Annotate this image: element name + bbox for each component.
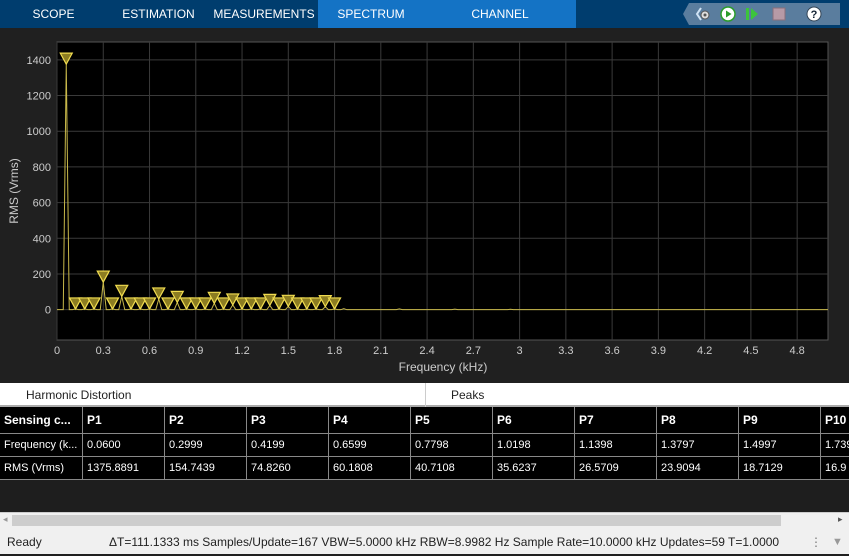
table-cell: 154.7439 bbox=[165, 457, 247, 479]
settings-icon[interactable] bbox=[695, 6, 711, 22]
stop-icon[interactable] bbox=[771, 6, 787, 22]
table-cell: 18.7129 bbox=[739, 457, 821, 479]
x-tick-label: 0.6 bbox=[142, 345, 157, 357]
table-header-row: Sensing c... P1 P2 P3 P4 P5 P6 P7 P8 P9 P10 bbox=[0, 407, 849, 434]
tab-scope[interactable]: SCOPE bbox=[0, 0, 107, 28]
x-tick-label: 0.3 bbox=[96, 345, 111, 357]
x-tick-label: 0 bbox=[54, 345, 60, 357]
x-tick-label: 3.9 bbox=[651, 345, 666, 357]
y-tick-label: 800 bbox=[33, 162, 51, 174]
x-tick-label: 1.2 bbox=[234, 345, 249, 357]
column-header: Sensing c... bbox=[0, 407, 83, 433]
tab-spectrum[interactable]: SPECTRUM bbox=[318, 0, 424, 28]
table-cell: 0.6599 bbox=[329, 434, 411, 456]
y-tick-label: 400 bbox=[33, 233, 51, 245]
table-cell: 1.4997 bbox=[739, 434, 821, 456]
step-forward-icon[interactable] bbox=[744, 6, 760, 22]
column-header: P2 bbox=[165, 407, 247, 433]
svg-text:?: ? bbox=[811, 9, 818, 21]
column-header: P4 bbox=[329, 407, 411, 433]
x-tick-label: 3.3 bbox=[558, 345, 573, 357]
table-cell: 1.1398 bbox=[575, 434, 657, 456]
table-cell: 1.739 bbox=[821, 434, 849, 456]
y-tick-label: 1000 bbox=[27, 126, 51, 138]
column-header: P8 bbox=[657, 407, 739, 433]
divider bbox=[425, 383, 426, 407]
table-cell: 1.3797 bbox=[657, 434, 739, 456]
x-tick-label: 2.4 bbox=[419, 345, 434, 357]
spectrum-plot: 0 0.3 0.6 0.9 1.2 1.5 1.8 2.1 2.4 2.7 3 3.3 3.6 3.9 4.… bbox=[0, 28, 849, 383]
x-axis-label: Frequency (kHz) bbox=[399, 360, 488, 374]
x-tick-label: 2.1 bbox=[373, 345, 388, 357]
table-cell: 35.6237 bbox=[493, 457, 575, 479]
tab-channel-measurements[interactable]: CHANNEL MEASUREMENTS bbox=[424, 0, 576, 50]
quick-toolbar: ? bbox=[683, 3, 840, 25]
horizontal-scrollbar[interactable]: ◂ ▸ bbox=[0, 512, 849, 528]
x-tick-label: 0.9 bbox=[188, 345, 203, 357]
table-cell: 0.7798 bbox=[411, 434, 493, 456]
status-ready: Ready bbox=[7, 535, 42, 549]
status-info: ΔT=111.1333 ms Samples/Update=167 VBW=5.… bbox=[109, 535, 780, 549]
column-header: P9 bbox=[739, 407, 821, 433]
peaks-table: Sensing c... P1 P2 P3 P4 P5 P6 P7 P8 P9 P10 Freque… bbox=[0, 407, 849, 480]
scroll-left-icon[interactable]: ◂ bbox=[3, 514, 8, 525]
table-cell: 23.9094 bbox=[657, 457, 739, 479]
column-header: P6 bbox=[493, 407, 575, 433]
table-cell: 40.7108 bbox=[411, 457, 493, 479]
x-tick-label: 1.8 bbox=[327, 345, 342, 357]
toolstrip: SCOPE ESTIMATION MEASUREMENTS SPECTRUM C… bbox=[0, 0, 849, 50]
table-cell: 1.0198 bbox=[493, 434, 575, 456]
table-cell: 0.2999 bbox=[165, 434, 247, 456]
table-cell: 26.5709 bbox=[575, 457, 657, 479]
x-tick-label: 4.2 bbox=[697, 345, 712, 357]
table-empty-area bbox=[0, 480, 849, 512]
x-tick-label: 3 bbox=[517, 345, 523, 357]
y-tick-label: 1200 bbox=[27, 91, 51, 103]
y-tick-label: 1400 bbox=[27, 55, 51, 67]
table-row: RMS (Vrms) 1375.8891 154.7439 74.8260 60.180… bbox=[0, 457, 849, 480]
table-cell: 1375.8891 bbox=[83, 457, 165, 479]
measurement-panel-tabs: Harmonic Distortion Peaks bbox=[0, 383, 849, 407]
x-tick-label: 4.8 bbox=[790, 345, 805, 357]
table-row: Frequency (k... 0.0600 0.2999 0.4199 0.6599 0… bbox=[0, 434, 849, 457]
x-tick-label: 4.5 bbox=[743, 345, 758, 357]
tab-harmonic-distortion[interactable]: Harmonic Distortion bbox=[26, 383, 131, 407]
tab-estimation[interactable]: ESTIMATION bbox=[107, 0, 210, 28]
help-icon[interactable]: ? bbox=[806, 6, 822, 22]
more-options-icon[interactable]: ⋮ bbox=[810, 528, 822, 556]
column-header: P1 bbox=[83, 407, 165, 433]
y-tick-label: 200 bbox=[33, 269, 51, 281]
table-cell: RMS (Vrms) bbox=[0, 457, 83, 479]
column-header: P7 bbox=[575, 407, 657, 433]
column-header: P5 bbox=[411, 407, 493, 433]
y-axis-label: RMS (Vrms) bbox=[7, 158, 21, 224]
spectrum-chart[interactable]: 0 0.3 0.6 0.9 1.2 1.5 1.8 2.1 2.4 2.7 3 3.3 3.6 3.9 4.… bbox=[0, 28, 849, 383]
run-icon[interactable] bbox=[720, 6, 736, 22]
table-cell: 74.8260 bbox=[247, 457, 329, 479]
scrollbar-thumb[interactable] bbox=[12, 515, 781, 526]
x-tick-label: 2.7 bbox=[466, 345, 481, 357]
scroll-right-icon[interactable]: ▸ bbox=[838, 514, 843, 525]
column-header: P10 bbox=[821, 407, 849, 433]
table-cell: 16.9 bbox=[821, 457, 849, 479]
y-tick-label: 600 bbox=[33, 198, 51, 210]
x-tick-label: 1.5 bbox=[281, 345, 296, 357]
tab-peaks[interactable]: Peaks bbox=[451, 383, 484, 407]
column-header: P3 bbox=[247, 407, 329, 433]
table-cell: Frequency (k... bbox=[0, 434, 83, 456]
table-cell: 0.0600 bbox=[83, 434, 165, 456]
table-cell: 0.4199 bbox=[247, 434, 329, 456]
y-tick-label: 0 bbox=[45, 305, 51, 317]
collapse-icon[interactable]: ▼ bbox=[832, 528, 843, 556]
table-cell: 60.1808 bbox=[329, 457, 411, 479]
x-tick-label: 3.6 bbox=[604, 345, 619, 357]
tab-measurements[interactable]: MEASUREMENTS bbox=[210, 0, 318, 28]
status-bar: Ready ΔT=111.1333 ms Samples/Update=167 … bbox=[0, 528, 849, 554]
